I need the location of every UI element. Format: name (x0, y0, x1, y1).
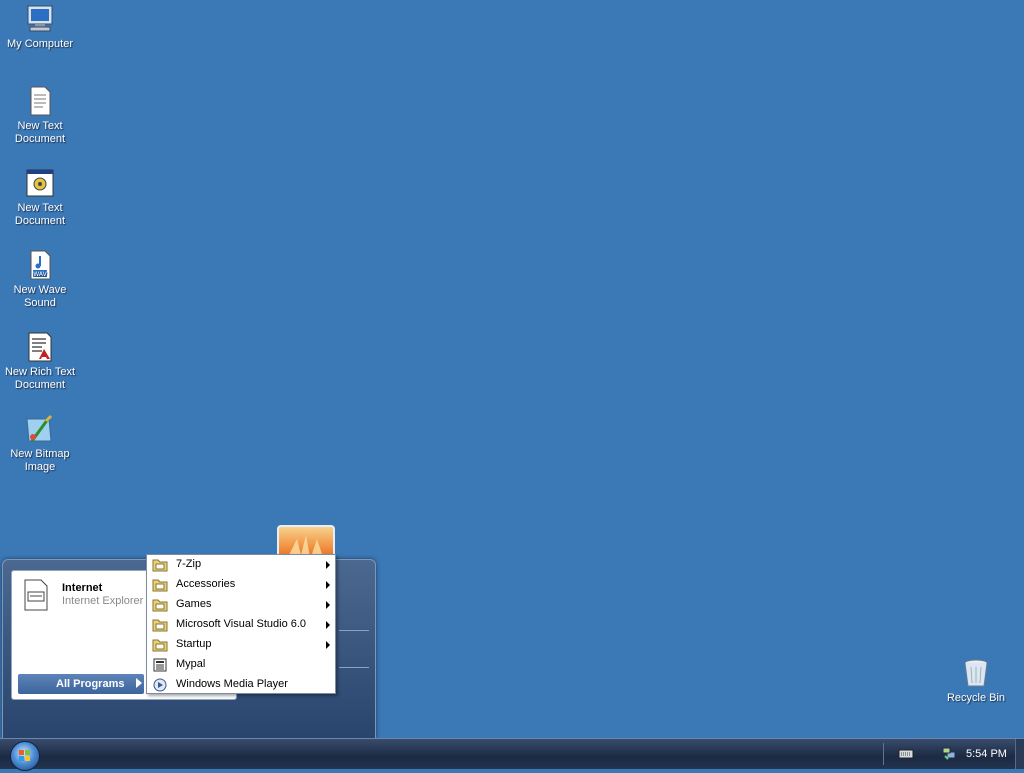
my-computer-icon (27, 5, 53, 32)
bitmap-image-icon (26, 414, 53, 442)
folder-icon (152, 599, 168, 612)
desktop-icon-label: New Text Document (14, 120, 66, 145)
desktop-icon-label: New Wave Sound (13, 284, 67, 309)
taskbar: 5:54 PM (0, 738, 1024, 771)
right-pane-separator (339, 630, 369, 631)
folder-icon (152, 579, 168, 592)
folder-icon (152, 619, 168, 632)
start-button[interactable] (10, 741, 40, 771)
all-programs-label: All Programs (56, 678, 125, 690)
recycle-bin-icon (964, 659, 988, 687)
folder-icon (152, 559, 168, 572)
programs-item-accessories[interactable]: Accessories (147, 575, 335, 595)
desktop-icon-my-computer[interactable]: My Computer (0, 3, 80, 51)
all-programs-button[interactable]: All Programs (18, 674, 144, 694)
desktop-icon-label: Recycle Bin (946, 692, 1006, 704)
programs-item-mypal[interactable]: Mypal (147, 655, 335, 675)
mypal-icon (153, 658, 167, 672)
desktop-icon-new-bitmap-image[interactable]: New Bitmap Image (0, 413, 80, 474)
desktop-icon-label: My Computer (6, 38, 74, 50)
wave-sound-icon: WAV (30, 250, 51, 280)
internet-explorer-icon (24, 579, 48, 611)
submenu-arrow-icon (326, 581, 330, 589)
chevron-right-icon (136, 678, 142, 688)
desktop-icon-new-text-document[interactable]: New Text Document (0, 85, 80, 146)
svg-text:WAV: WAV (33, 271, 47, 278)
pinned-internet-subtitle: Internet Explorer (62, 595, 144, 607)
desktop-icon-recycle-bin[interactable]: Recycle Bin (936, 657, 1016, 705)
programs-item-games[interactable]: Games (147, 595, 335, 615)
desktop-icon-new-rich-text-document[interactable]: New Rich Text Document (0, 331, 80, 392)
programs-item-windows-media-player[interactable]: Windows Media Player (147, 675, 335, 695)
programs-submenu: 7-Zip Accessories Games Microsoft Visual… (146, 554, 336, 694)
programs-item-7-zip[interactable]: 7-Zip (147, 555, 335, 575)
submenu-arrow-icon (326, 641, 330, 649)
submenu-arrow-icon (326, 601, 330, 609)
right-pane-separator (339, 667, 369, 668)
folder-icon (152, 639, 168, 652)
tray-separator (883, 743, 884, 765)
taskbar-clock[interactable]: 5:54 PM (966, 748, 1007, 760)
programs-item-microsoft-visual-studio[interactable]: Microsoft Visual Studio 6.0 (147, 615, 335, 635)
programs-item-label: Games (176, 598, 212, 610)
desktop-icon-new-text-document-2[interactable]: New Text Document (0, 167, 80, 228)
programs-item-label: Startup (176, 638, 212, 650)
keyboard-icon[interactable] (898, 748, 914, 760)
text-document-icon (30, 86, 51, 116)
pinned-internet-title: Internet (62, 582, 103, 594)
media-player-icon (153, 678, 167, 692)
desktop-icon-label: New Bitmap Image (10, 448, 70, 473)
programs-item-label: Accessories (176, 578, 236, 590)
desktop-icon-new-wave-sound[interactable]: WAV New Wave Sound (0, 249, 80, 310)
desktop-icon-label: New Rich Text Document (4, 366, 76, 391)
programs-item-startup[interactable]: Startup (147, 635, 335, 655)
programs-item-label: Microsoft Visual Studio 6.0 (176, 618, 307, 630)
programs-item-label: Mypal (176, 658, 206, 670)
programs-item-label: 7-Zip (176, 558, 202, 570)
submenu-arrow-icon (326, 561, 330, 569)
programs-item-label: Windows Media Player (176, 678, 288, 690)
desktop-icon-label: New Text Document (14, 202, 66, 227)
application-document-icon (26, 169, 54, 197)
rich-text-document-icon (28, 332, 52, 362)
network-icon[interactable] (941, 746, 957, 762)
windows-logo-icon (19, 750, 30, 761)
show-desktop-button[interactable] (1015, 739, 1024, 769)
submenu-arrow-icon (326, 621, 330, 629)
